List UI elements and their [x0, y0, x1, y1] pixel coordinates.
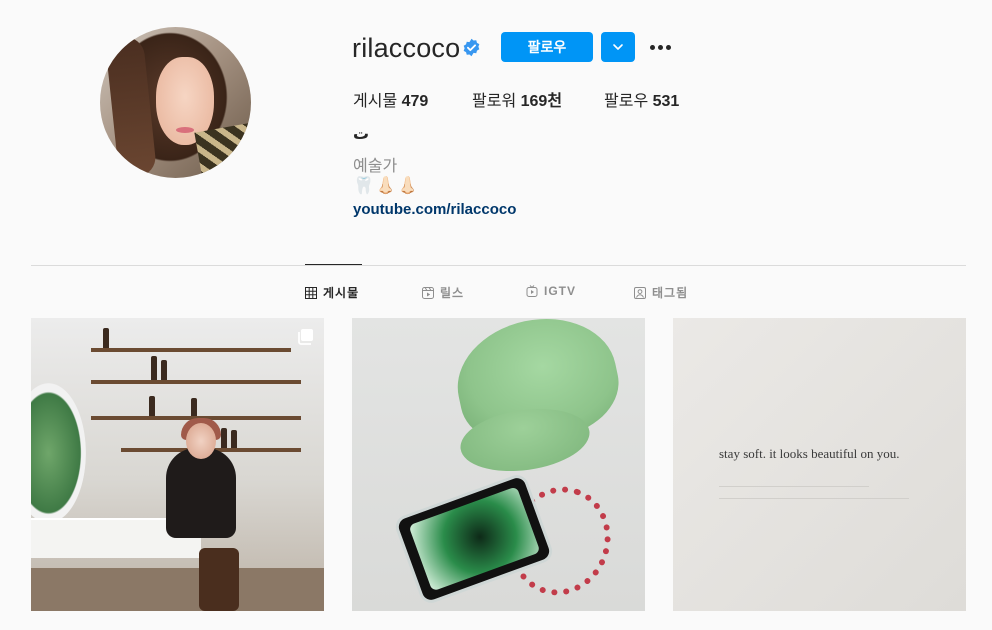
post-thumbnail[interactable] [352, 318, 645, 611]
floor [31, 568, 324, 611]
faint-text-line [719, 486, 869, 487]
tab-label: IGTV [544, 284, 577, 298]
bio-emojis: 🦷👃🏻👃🏻 [353, 176, 420, 195]
stat-value: 169천 [520, 93, 563, 110]
post-thumbnail[interactable] [31, 318, 324, 611]
person-head [186, 423, 216, 459]
tab-label: 태그됨 [652, 286, 689, 300]
profile-avatar[interactable] [100, 27, 251, 178]
bio-website-link[interactable]: youtube.com/rilaccoco [353, 201, 516, 218]
bio-emoticon: ت [353, 126, 370, 143]
stat-value: 479 [401, 93, 429, 110]
tab-igtv[interactable]: IGTV [526, 284, 576, 298]
tabs-divider [31, 265, 966, 266]
wall-shelf [91, 380, 301, 384]
tab-label: 게시물 [323, 286, 360, 300]
tab-reels[interactable]: 릴스 [422, 284, 464, 301]
stat-label: 게시물 [353, 93, 398, 110]
stat-label: 팔로우 [604, 93, 649, 110]
tab-label: 릴스 [440, 286, 465, 300]
follow-button[interactable]: 팔로우 [501, 32, 593, 62]
grid-icon [305, 286, 317, 299]
verified-badge-icon [463, 38, 480, 57]
stat-label: 팔로워 [472, 93, 517, 110]
avatar-scarf [194, 122, 251, 178]
stat-followers[interactable]: 팔로워 169천 [472, 87, 562, 111]
profile-username: rilaccoco [352, 33, 461, 63]
bottle [103, 328, 109, 348]
tagged-icon [634, 286, 646, 299]
stat-value: 531 [652, 93, 680, 110]
avatar-hair [104, 35, 158, 178]
avatar-lips [176, 127, 194, 133]
bottle [191, 398, 197, 416]
more-dot-icon [649, 44, 655, 50]
person-boots [199, 548, 239, 611]
more-dot-icon [657, 44, 663, 50]
bottle [161, 360, 167, 380]
suggested-dropdown-button[interactable] [601, 32, 635, 62]
active-tab-indicator [305, 264, 362, 265]
more-dot-icon [665, 44, 671, 50]
round-window [31, 383, 86, 523]
carousel-icon [298, 329, 313, 345]
stat-posts: 게시물 479 [353, 87, 428, 111]
bottle [151, 356, 157, 380]
more-options-button[interactable] [647, 33, 673, 61]
igtv-icon [526, 285, 538, 297]
book-quote-text: stay soft. it looks beautiful on you. [719, 446, 900, 461]
person-body [166, 448, 236, 538]
bottle [221, 428, 227, 448]
bottle [231, 430, 237, 448]
wall-shelf [91, 348, 291, 352]
stat-following[interactable]: 팔로우 531 [604, 87, 679, 111]
post-thumbnail[interactable]: stay soft. it looks beautiful on you. [673, 318, 966, 611]
tab-tagged[interactable]: 태그됨 [634, 284, 688, 301]
chevron-down-icon [613, 44, 623, 50]
tab-posts[interactable]: 게시물 [305, 284, 359, 301]
faint-text-line [719, 498, 909, 499]
bottle [149, 396, 155, 416]
bio-category: 예술가 [353, 158, 398, 175]
reels-icon [422, 286, 434, 299]
